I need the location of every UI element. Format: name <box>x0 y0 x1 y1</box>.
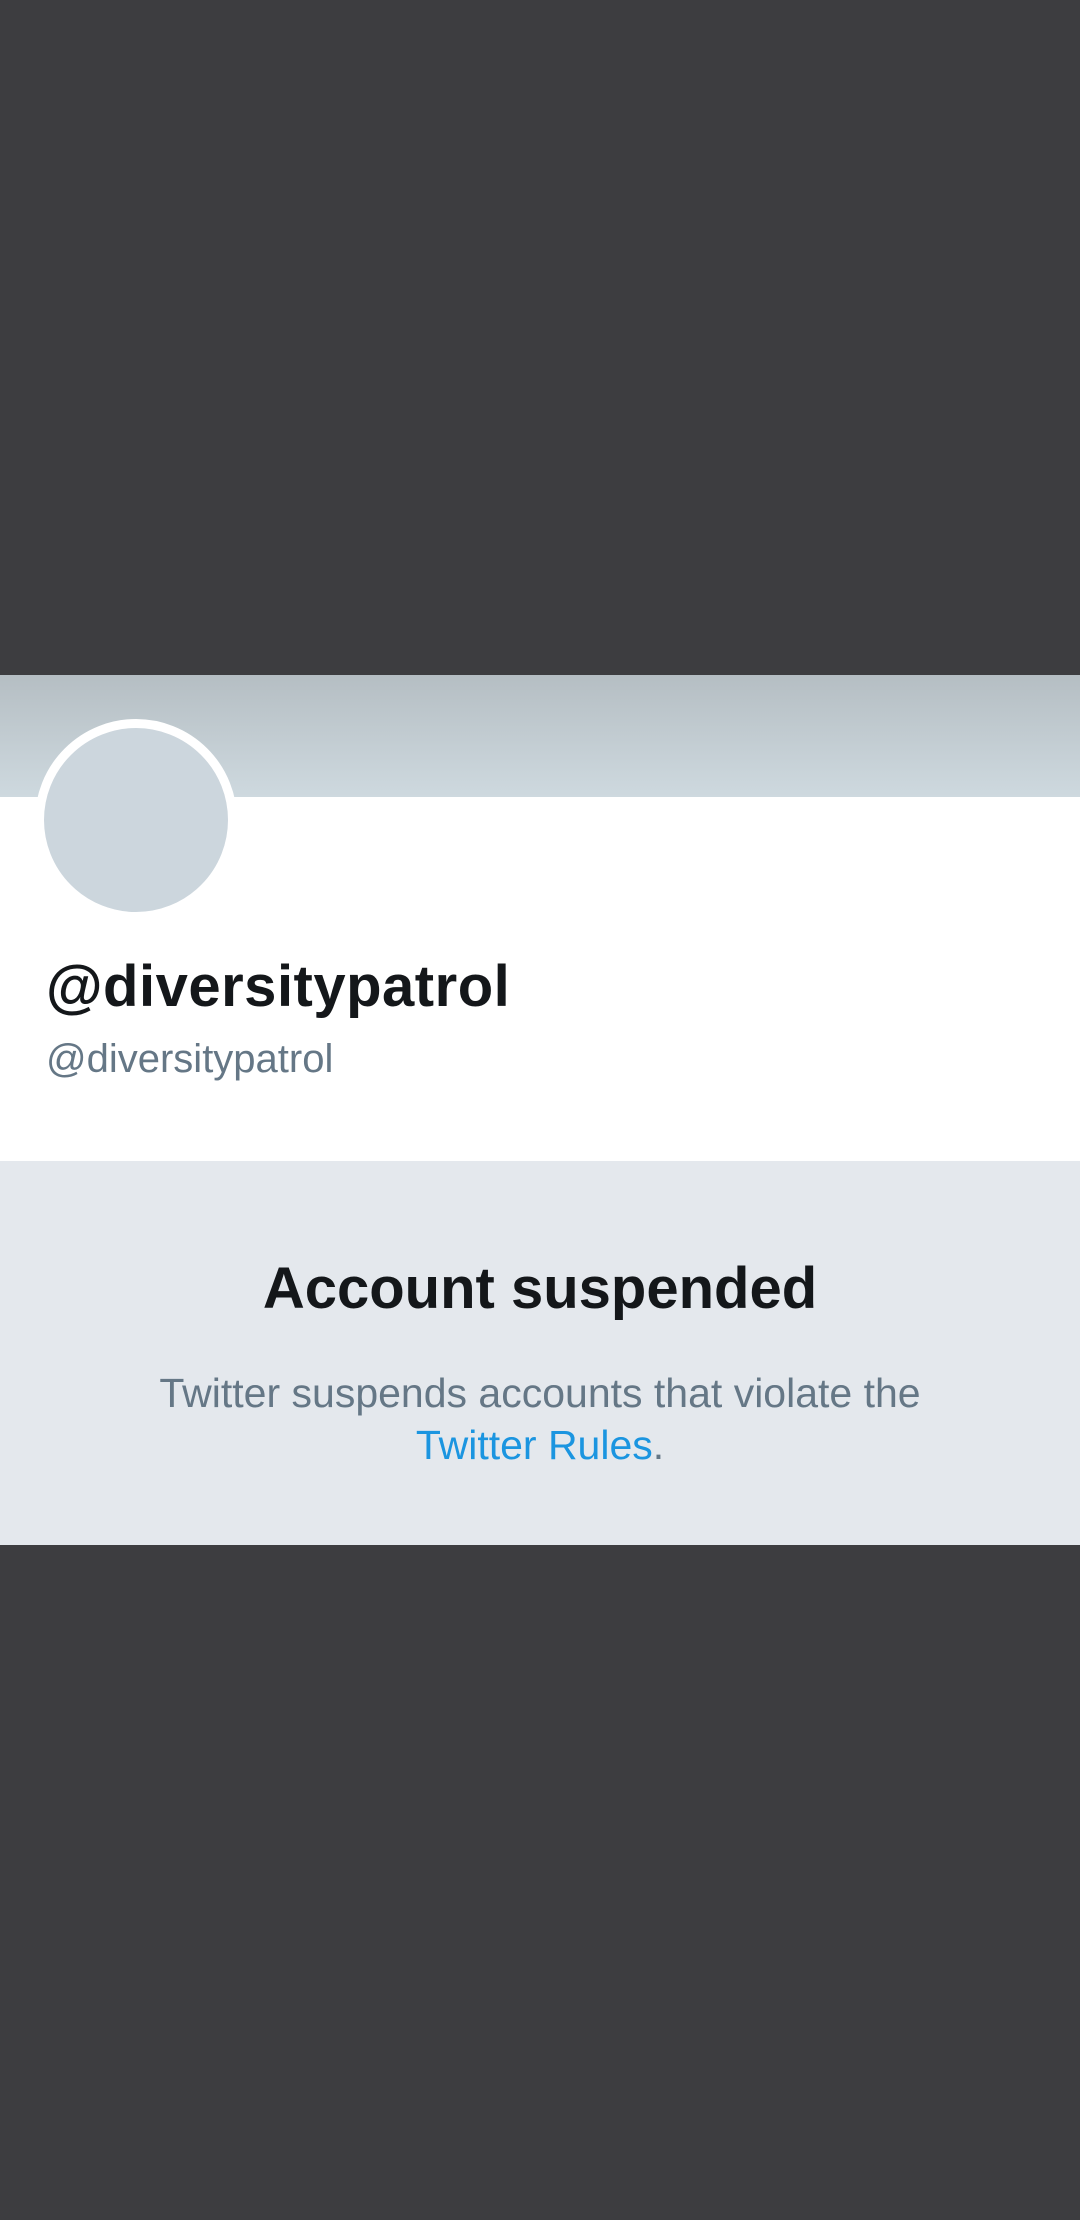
profile-handle: @diversitypatrol <box>46 1037 334 1081</box>
suspension-title: Account suspended <box>262 1256 818 1321</box>
suspension-message: Twitter suspends accounts that violate t… <box>80 1367 1000 1471</box>
avatar[interactable] <box>35 719 237 921</box>
suspension-message-text: Twitter suspends accounts that violate t… <box>159 1370 921 1416</box>
profile-card: @diversitypatrol @diversitypatrol Accoun… <box>0 675 1080 1545</box>
suspension-notice: Account suspended Twitter suspends accou… <box>0 1161 1080 1545</box>
suspension-message-period: . <box>652 1422 665 1468</box>
twitter-rules-link[interactable]: Twitter Rules <box>416 1422 653 1468</box>
profile-display-name: @diversitypatrol <box>46 954 511 1019</box>
